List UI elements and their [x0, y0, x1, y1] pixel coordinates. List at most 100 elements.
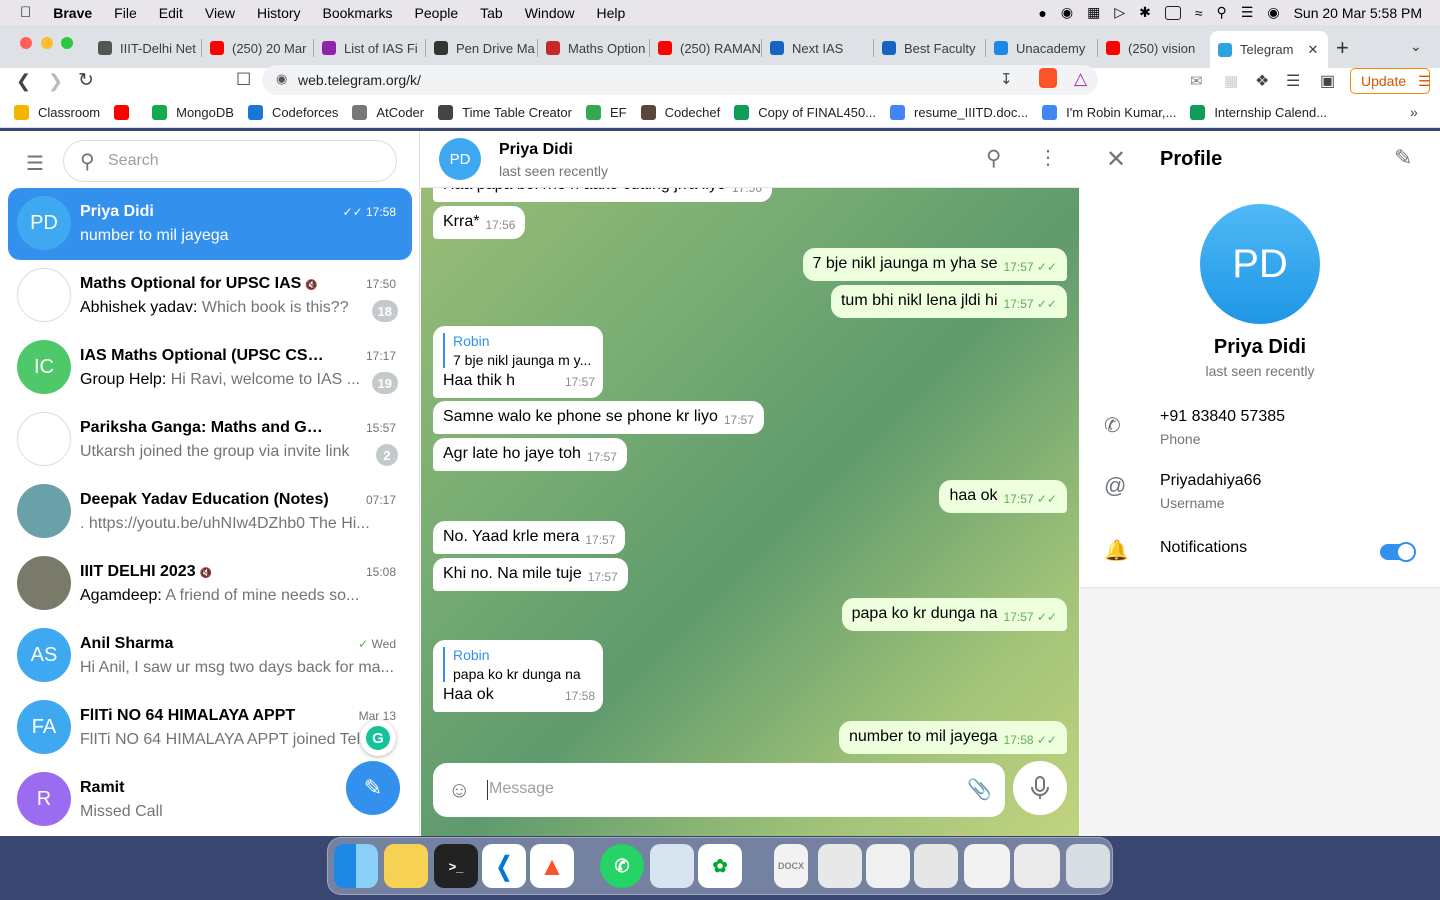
whatsapp-icon[interactable]: ✆	[600, 844, 644, 888]
reload-icon[interactable]: ↻	[78, 69, 94, 92]
apple-menu-icon[interactable]: 	[20, 4, 31, 21]
search-input[interactable]: ⚲ Search	[63, 140, 397, 182]
evernote-icon[interactable]: ✿	[698, 844, 742, 888]
bookmark-9[interactable]: Copy of FINAL450...	[734, 105, 876, 120]
avatar[interactable]	[17, 412, 71, 466]
bookmark-8[interactable]: Codechef	[640, 105, 720, 120]
bookmark-11[interactable]: I'm Robin Kumar,...	[1042, 105, 1176, 120]
vpn-status-icon[interactable]: ▦	[1087, 4, 1100, 21]
update-button[interactable]: Update ☰	[1350, 68, 1431, 94]
trash-icon[interactable]	[1066, 844, 1110, 888]
brave-icon[interactable]: ▲	[530, 844, 574, 888]
wifi-icon[interactable]: ≈	[1195, 5, 1203, 21]
control-center-icon[interactable]: ☰	[1241, 4, 1254, 21]
recent-window-thumbnail[interactable]	[818, 844, 862, 888]
hamburger-menu-icon[interactable]: ☰	[26, 151, 44, 176]
incoming-message[interactable]: Krra* 17:56	[433, 206, 526, 239]
evernote-status-icon[interactable]: ●	[1038, 5, 1046, 21]
voice-record-button[interactable]	[1013, 761, 1067, 815]
playlist-icon[interactable]: ☰	[1286, 71, 1300, 91]
edit-icon[interactable]: ✎	[1394, 145, 1412, 171]
siri-icon[interactable]: ◉	[1267, 4, 1279, 21]
bookmark-7[interactable]: EF	[585, 105, 627, 120]
phone-row[interactable]: ✆ +91 83840 57385 Phone	[1080, 401, 1440, 461]
profile-avatar[interactable]: PD	[1200, 204, 1320, 324]
bookmark-10[interactable]: resume_IIITD.doc...	[890, 105, 1028, 120]
bookmark-icon[interactable]: ☐	[236, 70, 251, 90]
recent-window-thumbnail[interactable]	[866, 844, 910, 888]
avatar[interactable]: R	[17, 772, 71, 826]
menu-view[interactable]: View	[205, 5, 235, 21]
outgoing-message[interactable]: 7 bje nikl jaunga m yha se 17:57 ✓✓	[802, 248, 1067, 281]
menu-window[interactable]: Window	[525, 5, 575, 21]
extensions-puzzle-icon[interactable]: ❖	[1255, 71, 1269, 91]
outgoing-message[interactable]: number to mil jayega 17:58 ✓✓	[839, 721, 1067, 754]
menu-tab[interactable]: Tab	[480, 5, 503, 21]
bookmark-6[interactable]: Time Table Creator	[438, 105, 572, 120]
avatar[interactable]: FA	[17, 700, 71, 754]
bookmark-1[interactable]: Classroom	[14, 105, 100, 120]
menu-people[interactable]: People	[415, 5, 459, 21]
bookmark-5[interactable]: AtCoder	[352, 105, 424, 120]
outgoing-message[interactable]: papa ko kr dunga na 17:57 ✓✓	[841, 598, 1067, 631]
incoming-message[interactable]: Robin papa ko kr dunga na Haa ok 17:58	[433, 640, 603, 712]
conversation-header[interactable]: PD Priya Didi last seen recently ⚲ ⋮	[421, 131, 1079, 188]
chat-list-item[interactable]: Deepak Yadav Education (Notes) . https://…	[8, 476, 412, 548]
avatar[interactable]	[17, 268, 71, 322]
incoming-message[interactable]: Samne walo ke phone se phone kr liyo 17:5…	[433, 401, 764, 434]
chat-list-item[interactable]: PD Priya Didi number to mil jayega ✓✓ 17:58	[8, 188, 412, 260]
new-message-button[interactable]: ✎	[346, 761, 400, 815]
notifications-toggle[interactable]	[1380, 542, 1416, 562]
close-tab-icon[interactable]: ✕	[1307, 42, 1318, 58]
finder-icon[interactable]	[334, 844, 378, 888]
emoji-icon[interactable]: ☺	[448, 777, 470, 803]
wallet-icon[interactable]: ▣	[1320, 71, 1335, 91]
avatar[interactable]: PD	[17, 196, 71, 250]
new-tab-button[interactable]: +	[1336, 35, 1349, 61]
preview-icon[interactable]	[650, 844, 694, 888]
mail-icon[interactable]: ✉	[1190, 72, 1203, 90]
bookmark-4[interactable]: Codeforces	[247, 105, 338, 120]
avatar[interactable]: PD	[439, 138, 481, 180]
close-window-button[interactable]	[20, 37, 32, 49]
tab-4[interactable]: Pen Drive Ma	[426, 33, 536, 63]
document-icon[interactable]: DOCX	[774, 844, 808, 888]
avatar[interactable]	[17, 556, 71, 610]
chat-list-item[interactable]: Maths Optional for UPSC IAS 🔇 Abhishek yad…	[8, 260, 412, 332]
vscode-icon[interactable]: ❬	[482, 844, 526, 888]
install-app-icon[interactable]: ↧	[1000, 70, 1013, 88]
reply-quote[interactable]: Robin papa ko kr dunga na	[443, 647, 593, 682]
play-status-icon[interactable]: ▷	[1114, 4, 1125, 21]
avatar[interactable]: IC	[17, 340, 71, 394]
recent-window-thumbnail[interactable]	[914, 844, 958, 888]
grammarly-button[interactable]: G	[360, 720, 396, 756]
incoming-message[interactable]: No. Yaad krle mera 17:57	[433, 521, 626, 554]
attach-icon[interactable]: 📎	[967, 777, 992, 802]
menu-bookmarks[interactable]: Bookmarks	[323, 5, 393, 21]
tab-6[interactable]: (250) RAMAN	[650, 33, 760, 63]
outgoing-message[interactable]: haa ok 17:57 ✓✓	[939, 480, 1067, 513]
outgoing-message[interactable]: tum bhi nikl lena jldi hi 17:57 ✓✓	[830, 285, 1067, 318]
minimize-window-button[interactable]	[41, 37, 53, 49]
menu-edit[interactable]: Edit	[159, 5, 183, 21]
menu-file[interactable]: File	[114, 5, 137, 21]
chat-list-item[interactable]: AS Anil Sharma Hi Anil, I saw ur msg two d…	[8, 620, 412, 692]
menu-help[interactable]: Help	[597, 5, 626, 21]
username-row[interactable]: @ Priyadahiya66 Username	[1080, 465, 1440, 525]
lock-icon[interactable]: ◉	[276, 71, 287, 87]
avatar[interactable]: AS	[17, 628, 71, 682]
more-bookmarks-icon[interactable]: »	[1410, 104, 1418, 120]
incoming-message[interactable]: Robin 7 bje nikl jaunga m y... Haa thik h 1…	[433, 326, 603, 398]
chat-list-item[interactable]: IC IAS Maths Optional (UPSC CSE) 🔇 Group He…	[8, 332, 412, 404]
spotlight-search-icon[interactable]: ⚲	[1217, 4, 1227, 21]
incoming-message[interactable]: Khi no. Na mile tuje 17:57	[433, 558, 628, 591]
message-input[interactable]: ☺ Message 📎	[433, 763, 1005, 817]
terminal-icon[interactable]: >_	[434, 844, 478, 888]
tab-search-chevron-icon[interactable]: ⌄	[1410, 38, 1422, 55]
tab-8[interactable]: Best Faculty	[874, 33, 984, 63]
tab-2[interactable]: (250) 20 Mar	[202, 33, 312, 63]
grammarly-status-icon[interactable]: ◉	[1061, 4, 1073, 21]
tab-10[interactable]: (250) vision	[1098, 33, 1208, 63]
chat-list-item[interactable]: FA FlITi NO 64 HIMALAYA APPT FlITi NO 64 H…	[8, 692, 412, 764]
zoom-window-button[interactable]	[61, 37, 73, 49]
